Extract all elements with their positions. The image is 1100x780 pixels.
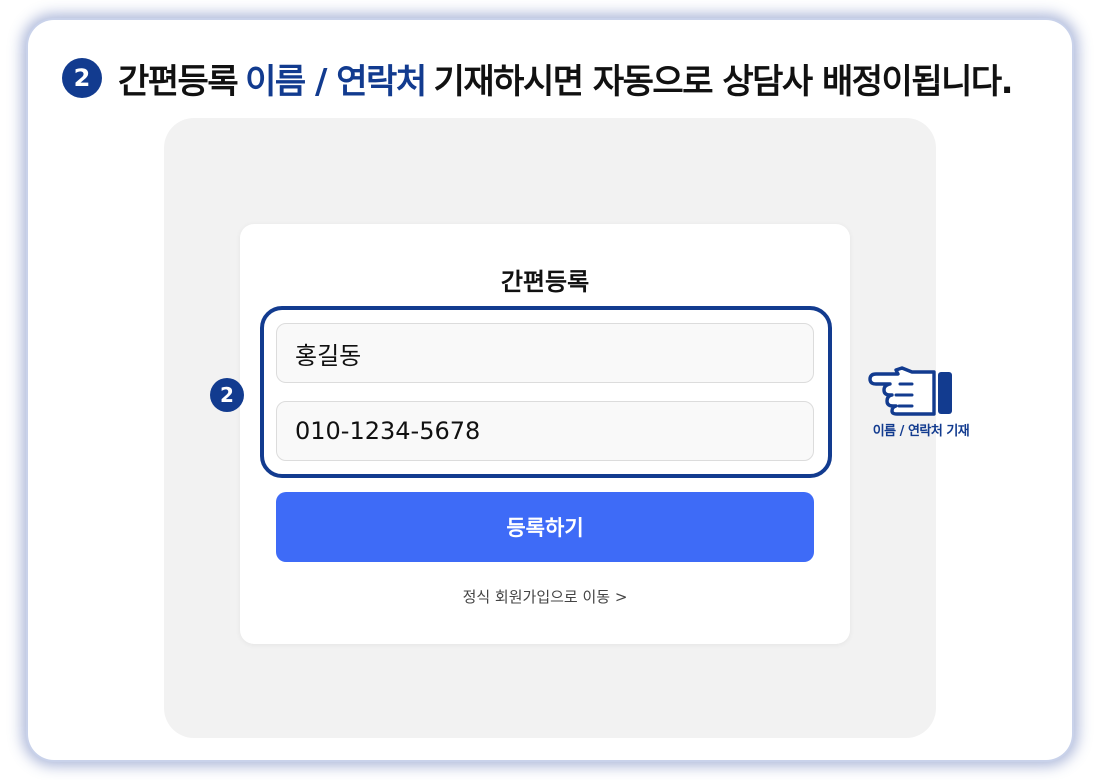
card-title: 간편등록	[500, 268, 590, 296]
headline-prefix: 간편등록	[118, 61, 239, 102]
register-button[interactable]: 등록하기	[276, 492, 814, 562]
headline-suffix: 기재하시면 자동으로 상담사 배정이됩니다.	[433, 61, 1014, 102]
side-step-badge: 2	[210, 378, 244, 412]
phone-input[interactable]	[276, 401, 814, 461]
member-signup-link[interactable]: 정식 회원가입으로 이동 >	[240, 586, 850, 607]
step-number-badge: 2	[62, 58, 102, 98]
headline-highlight: 이름 / 연락처	[245, 61, 427, 102]
headline: 2 간편등록 이름 / 연락처 기재하시면 자동으로 상담사 배정이됩니다.	[62, 52, 1014, 104]
hand-caption: 이름 / 연락처 기재	[872, 424, 970, 439]
pointing-hand-icon	[868, 366, 952, 416]
name-input[interactable]	[276, 323, 814, 383]
